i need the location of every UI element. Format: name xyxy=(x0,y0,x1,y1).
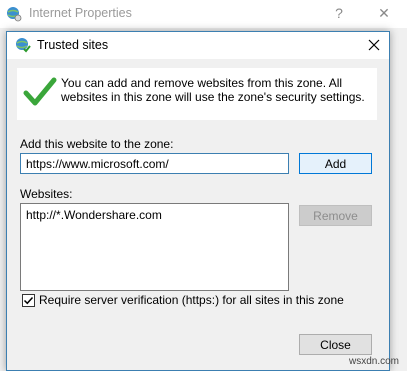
websites-list[interactable]: http://*.Wondershare.com xyxy=(20,203,289,291)
globe-settings-icon xyxy=(6,6,22,22)
globe-check-icon xyxy=(15,37,31,53)
require-verification-label: Require server verification (https:) for… xyxy=(39,293,344,307)
dialog-title: Trusted sites xyxy=(37,38,109,52)
website-url-input[interactable] xyxy=(20,153,289,174)
websites-label: Websites: xyxy=(20,187,73,201)
parent-close-button[interactable]: ✕ xyxy=(373,3,395,23)
info-text: You can add and remove websites from thi… xyxy=(61,76,365,104)
close-button[interactable]: Close xyxy=(299,334,372,355)
add-button[interactable]: Add xyxy=(299,153,372,174)
trusted-sites-dialog: Trusted sites You can add and remove web… xyxy=(6,31,390,371)
dialog-titlebar: Trusted sites xyxy=(7,32,389,59)
green-check-icon xyxy=(23,76,57,108)
checkmark-icon xyxy=(23,296,34,305)
info-panel: You can add and remove websites from thi… xyxy=(17,68,377,120)
watermark-text: wsxdn.com xyxy=(348,356,399,367)
help-button[interactable]: ? xyxy=(328,3,350,23)
parent-titlebar: Internet Properties ? ✕ xyxy=(0,0,407,28)
add-website-label: Add this website to the zone: xyxy=(20,137,174,151)
dialog-close-button[interactable] xyxy=(363,35,385,55)
list-item[interactable]: http://*.Wondershare.com xyxy=(26,207,283,223)
require-verification-checkbox[interactable] xyxy=(22,294,35,307)
remove-button[interactable]: Remove xyxy=(299,205,372,226)
close-icon xyxy=(368,39,380,51)
parent-window-title: Internet Properties xyxy=(29,6,132,20)
